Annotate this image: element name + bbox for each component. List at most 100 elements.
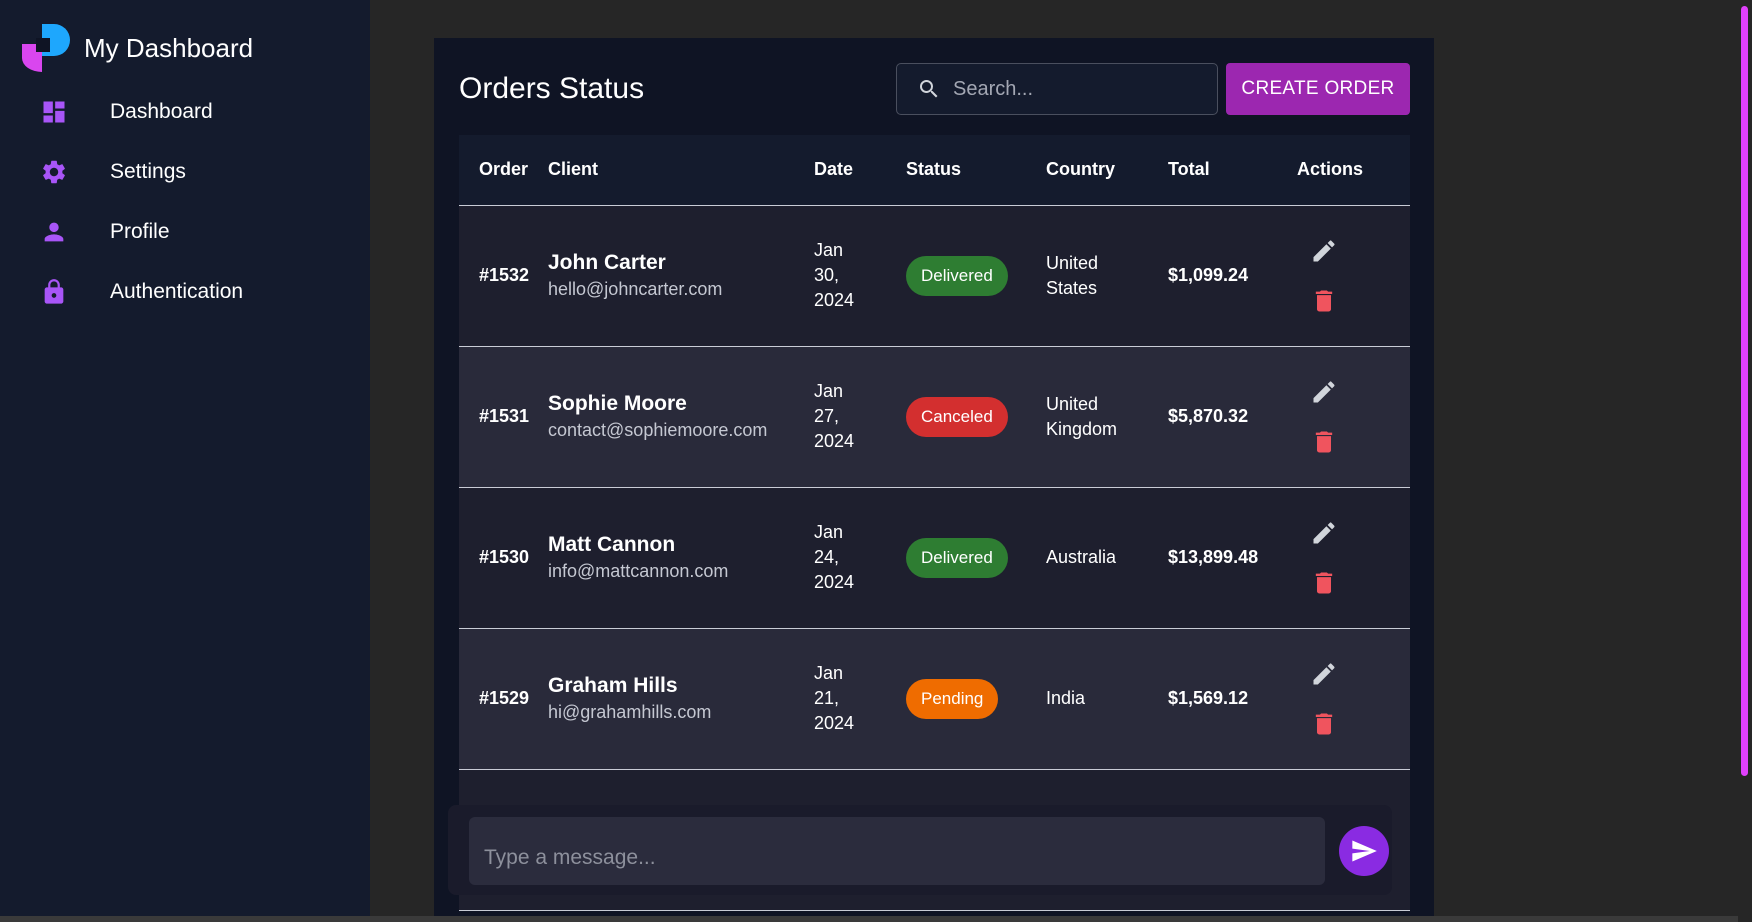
table-row[interactable]: #1530 Matt Cannon info@mattcannon.com Jan 24… (459, 487, 1410, 629)
country-line-1: India (1046, 688, 1086, 708)
delete-button[interactable] (1309, 427, 1339, 457)
dashboard-icon (40, 98, 68, 126)
status-cell: Pending (906, 628, 1046, 770)
orders-table: Order Client Date Status Country Total A… (459, 135, 1410, 911)
column-header-status[interactable]: Status (906, 135, 1046, 206)
order-id: #1532 (459, 205, 548, 347)
actions-cell (1297, 487, 1410, 629)
date-day: 21, (814, 688, 840, 708)
trash-icon (1310, 287, 1338, 315)
sidebar-item-profile[interactable]: Profile (0, 202, 370, 262)
column-header-order[interactable]: Order (459, 135, 548, 206)
country-line-2: Kingdom (1046, 418, 1118, 439)
client-name: John Carter (548, 251, 666, 274)
page-title: Orders Status (459, 72, 645, 105)
status-cell: Delivered (906, 205, 1046, 347)
sidebar-item-settings[interactable]: Settings (0, 142, 370, 202)
search-box[interactable] (896, 63, 1218, 115)
sidebar-item-authentication[interactable]: Authentication (0, 262, 370, 322)
edit-button[interactable] (1309, 659, 1339, 689)
client-name: Graham Hills (548, 674, 678, 697)
date-year: 2024 (814, 431, 855, 451)
app-title: My Dashboard (84, 32, 254, 63)
actions-cell (1297, 628, 1410, 770)
date-year: 2024 (814, 572, 855, 592)
edit-button[interactable] (1309, 518, 1339, 548)
delete-button[interactable] (1309, 286, 1339, 316)
edit-button[interactable] (1309, 377, 1339, 407)
page-scrollbar[interactable] (1738, 0, 1752, 922)
scrollbar-thumb[interactable] (1741, 6, 1748, 776)
date-day: 24, (814, 547, 840, 567)
sidebar-item-dashboard[interactable]: Dashboard (0, 82, 370, 142)
client-cell: Sophie Moore contact@sophiemoore.com (548, 346, 814, 488)
column-header-total[interactable]: Total (1168, 135, 1297, 206)
status-cell: Delivered (906, 487, 1046, 629)
date-year: 2024 (814, 290, 855, 310)
date-year: 2024 (814, 713, 855, 733)
order-date: Jan 30, 2024 (814, 205, 906, 347)
client-cell: Graham Hills hi@grahamhills.com (548, 628, 814, 770)
delete-button[interactable] (1309, 709, 1339, 739)
actions-cell (1297, 205, 1410, 347)
client-email: info@mattcannon.com (548, 561, 729, 581)
order-date: Jan 24, 2024 (814, 487, 906, 629)
search-input[interactable] (953, 77, 1213, 101)
date-day: 27, (814, 406, 840, 426)
search-icon (920, 80, 938, 98)
delete-button[interactable] (1309, 568, 1339, 598)
send-icon (1352, 840, 1377, 862)
order-total: $1,099.24 (1168, 205, 1297, 347)
date-month: Jan (814, 381, 844, 401)
status-badge: Pending (906, 678, 999, 719)
create-order-button[interactable]: CREATE ORDER (1226, 63, 1410, 115)
client-email: contact@sophiemoore.com (548, 420, 768, 440)
country-cell: Australia (1046, 487, 1168, 629)
edit-button[interactable] (1309, 236, 1339, 266)
order-date: Jan 21, 2024 (814, 628, 906, 770)
message-bar (448, 805, 1392, 895)
sidebar-item-label: Settings (110, 160, 186, 183)
pencil-icon (1310, 378, 1338, 406)
client-name: Matt Cannon (548, 533, 676, 556)
client-name: Sophie Moore (548, 392, 687, 415)
logo-icon (22, 24, 70, 72)
brand[interactable]: My Dashboard (20, 22, 253, 74)
trash-icon (1310, 569, 1338, 597)
send-button[interactable] (1339, 826, 1389, 876)
status-cell: Canceled (906, 346, 1046, 488)
trash-icon (1310, 710, 1338, 738)
status-badge: Canceled (906, 396, 1008, 437)
column-header-client[interactable]: Client (548, 135, 814, 206)
client-email: hi@grahamhills.com (548, 702, 712, 722)
sidebar-item-label: Dashboard (110, 100, 213, 123)
bottom-divider (0, 916, 1738, 922)
pencil-icon (1310, 519, 1338, 547)
order-total: $5,870.32 (1168, 346, 1297, 488)
country-cell: India (1046, 628, 1168, 770)
client-cell: John Carter hello@johncarter.com (548, 205, 814, 347)
sidebar: My Dashboard Dashboard Settings Profile … (0, 0, 370, 922)
sidebar-item-label: Profile (110, 220, 170, 243)
orders-table-container: Order Client Date Status Country Total A… (459, 135, 1410, 922)
lock-icon (40, 278, 68, 306)
table-row[interactable]: #1529 Graham Hills hi@grahamhills.com Jan 21… (459, 628, 1410, 770)
table-row[interactable]: #1531 Sophie Moore contact@sophiemoore.com… (459, 346, 1410, 488)
orders-card: Orders Status CREATE ORDER Order Client … (434, 38, 1434, 922)
order-id: #1531 (459, 346, 548, 488)
country-line-2: States (1046, 277, 1098, 298)
sidebar-item-label: Authentication (110, 280, 244, 303)
order-id: #1530 (459, 487, 548, 629)
pencil-icon (1310, 237, 1338, 265)
message-input[interactable] (469, 817, 1325, 885)
order-total: $1,569.12 (1168, 628, 1297, 770)
table-row[interactable]: #1532 John Carter hello@johncarter.com Jan 3… (459, 205, 1410, 347)
column-header-country[interactable]: Country (1046, 135, 1168, 206)
column-header-date[interactable]: Date (814, 135, 906, 206)
column-header-actions: Actions (1297, 135, 1410, 206)
country-cell: United Kingdom (1046, 346, 1168, 488)
country-line-1: Australia (1046, 547, 1117, 567)
client-cell: Matt Cannon info@mattcannon.com (548, 487, 814, 629)
order-id: #1529 (459, 628, 548, 770)
country-cell: United States (1046, 205, 1168, 347)
